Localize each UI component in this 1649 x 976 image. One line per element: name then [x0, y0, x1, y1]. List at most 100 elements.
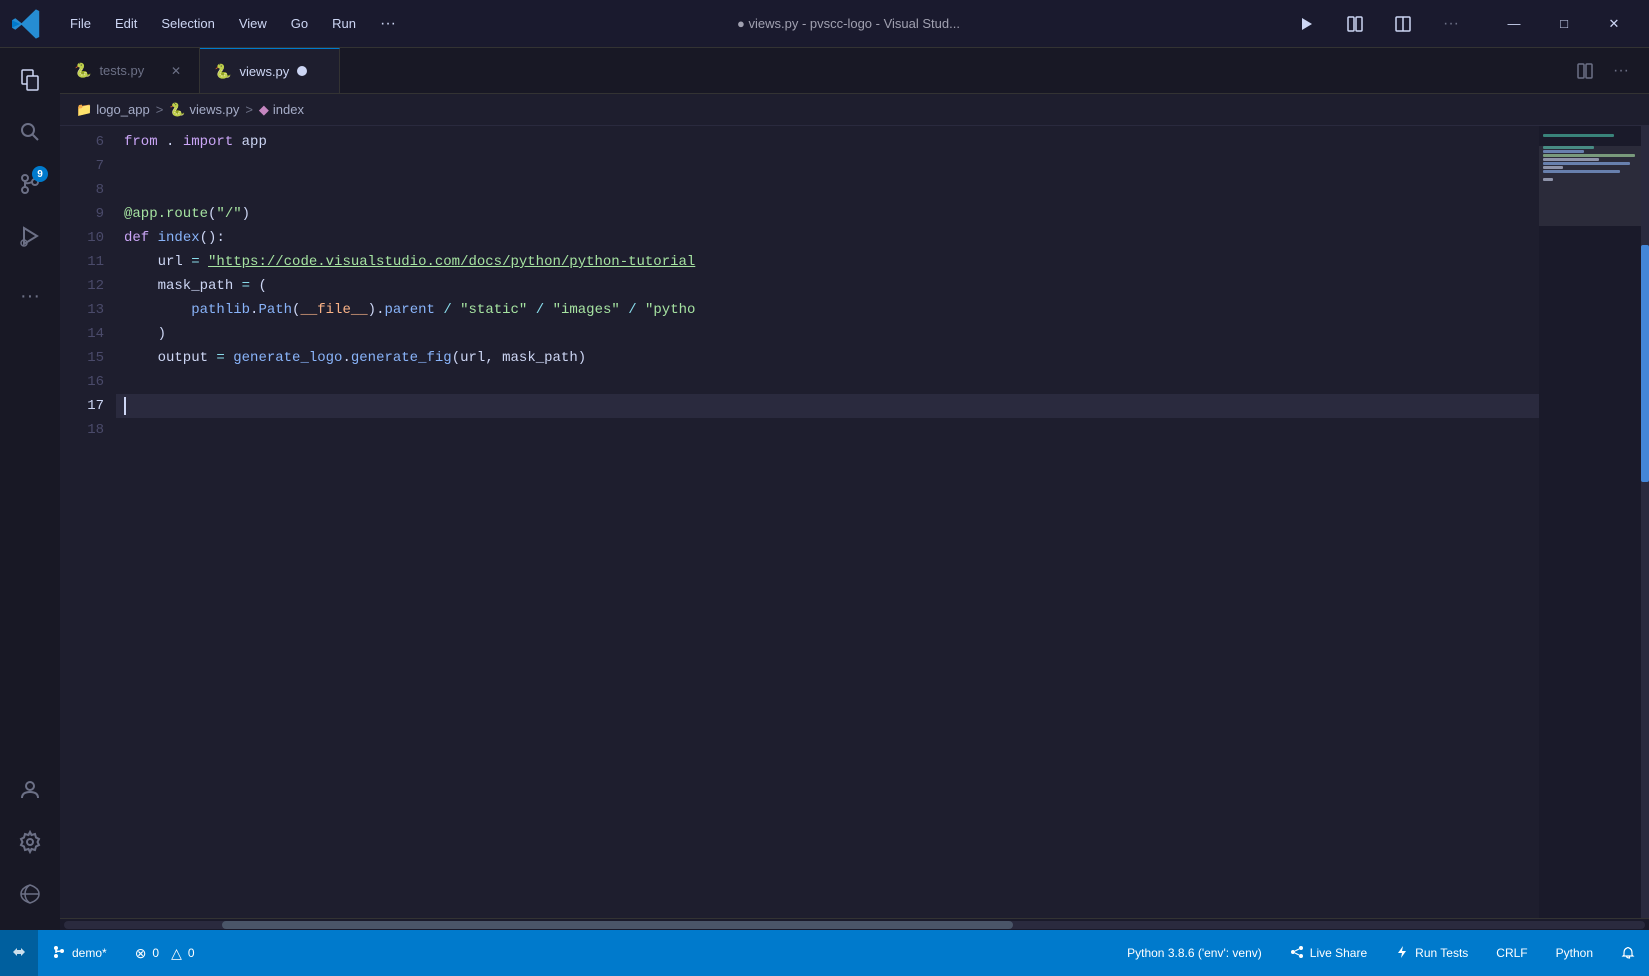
account-icon [18, 778, 42, 802]
activity-bar-bottom [6, 766, 54, 930]
breadcrumb-index[interactable]: ◆ index [259, 102, 304, 118]
tab-tests-py[interactable]: 🐍 tests.py ✕ [60, 48, 200, 93]
more-actions-button[interactable]: ··· [1435, 8, 1467, 40]
run-button[interactable] [1291, 8, 1323, 40]
split-editor-action-button[interactable] [1569, 55, 1601, 87]
menu-edit[interactable]: Edit [105, 12, 147, 35]
minimap-scrollbar[interactable] [1641, 126, 1649, 918]
minimize-button[interactable]: — [1491, 8, 1537, 40]
code-line-11: url = "https://code.visualstudio.com/doc… [116, 250, 1539, 274]
code-line-17 [116, 394, 1539, 418]
breadcrumb-logo-app[interactable]: 📁 logo_app [76, 102, 150, 118]
files-icon [18, 68, 42, 92]
statusbar-language-button[interactable]: Python [1542, 930, 1607, 976]
line-num-8: 8 [60, 178, 104, 202]
split-editor-button[interactable] [1339, 8, 1371, 40]
statusbar-branch-label: demo* [72, 946, 107, 960]
code-line-9: @app.route("/") [116, 202, 1539, 226]
activity-item-account[interactable] [6, 766, 54, 814]
menu-run[interactable]: Run [322, 12, 366, 35]
activity-item-source-control[interactable]: 9 [6, 160, 54, 208]
code-line-14: ) [116, 322, 1539, 346]
breadcrumb-sep-2: > [245, 102, 253, 117]
breadcrumb: 📁 logo_app > 🐍 views.py > ◆ index [60, 94, 1649, 126]
minimap [1539, 126, 1649, 918]
code-lines: from . import app @app.route("/") def in… [116, 126, 1539, 918]
titlebar: File Edit Selection View Go Run ··· ● vi… [0, 0, 1649, 48]
statusbar-remote-button[interactable] [0, 930, 38, 976]
breadcrumb-text-index: index [273, 102, 304, 117]
symbol-icon: ◆ [259, 102, 269, 118]
activity-item-run[interactable] [6, 212, 54, 260]
folder-icon: 📁 [76, 102, 92, 118]
window-controls: — □ ✕ [1491, 8, 1637, 40]
tab-close-tests-py[interactable]: ✕ [167, 62, 185, 80]
remote-arrows-icon [12, 945, 26, 959]
maximize-button[interactable]: □ [1541, 8, 1587, 40]
statusbar-notifications-button[interactable] [1607, 930, 1649, 976]
code-line-18 [116, 418, 1539, 442]
statusbar: demo* ⊗ 0 △ 0 Python 3.8.6 ('env': venv) [0, 930, 1649, 976]
menu-more-icon[interactable]: ··· [370, 11, 406, 37]
horizontal-scrollbar[interactable] [60, 918, 1649, 930]
statusbar-errors-button[interactable]: ⊗ 0 △ 0 [121, 930, 209, 976]
line-num-7: 7 [60, 154, 104, 178]
tabs-action-buttons: ··· [1569, 55, 1649, 87]
menu-file[interactable]: File [60, 12, 101, 35]
code-line-15: output = generate_logo.generate_fig(url,… [116, 346, 1539, 370]
statusbar-python-button[interactable]: Python 3.8.6 ('env': venv) [1113, 930, 1276, 976]
line-numbers: 6 7 8 9 10 11 12 13 14 15 16 17 18 [60, 126, 116, 918]
share-icon [1290, 945, 1304, 959]
statusbar-warnings-count: 0 [188, 946, 195, 960]
activity-item-remote[interactable] [6, 870, 54, 918]
minimap-slider[interactable] [1539, 146, 1649, 226]
statusbar-right: Python 3.8.6 ('env': venv) Live Share [1113, 930, 1649, 976]
line-num-12: 12 [60, 274, 104, 298]
line-num-15: 15 [60, 346, 104, 370]
activity-item-search[interactable] [6, 108, 54, 156]
vscode-logo-icon [12, 8, 44, 40]
error-icon: ⊗ [135, 945, 147, 962]
titlebar-menu: File Edit Selection View Go Run ··· [60, 11, 406, 37]
layout-button[interactable] [1387, 8, 1419, 40]
extensions-icon: ··· [20, 285, 40, 308]
main-container: 9 ··· [0, 48, 1649, 930]
activity-item-extensions[interactable]: ··· [6, 272, 54, 320]
tab-label-views-py: views.py [239, 64, 289, 79]
menu-selection[interactable]: Selection [151, 12, 224, 35]
line-num-17: 17 [60, 394, 104, 418]
more-tabs-button[interactable]: ··· [1605, 55, 1637, 87]
breadcrumb-views-py[interactable]: 🐍 views.py [169, 102, 239, 118]
code-editor[interactable]: 6 7 8 9 10 11 12 13 14 15 16 17 18 [60, 126, 1539, 918]
minimap-scrollbar-thumb [1641, 245, 1649, 483]
menu-view[interactable]: View [229, 12, 277, 35]
activity-item-settings[interactable] [6, 818, 54, 866]
statusbar-live-share-button[interactable]: Live Share [1276, 930, 1381, 976]
branch-icon [52, 945, 66, 959]
python-file-icon-1: 🐍 [74, 62, 91, 79]
lightning-icon [1395, 945, 1409, 959]
statusbar-python-label: Python 3.8.6 ('env': venv) [1127, 946, 1262, 960]
run-debug-icon [18, 224, 42, 248]
bell-icon [1621, 946, 1635, 960]
layout-icon [1395, 16, 1411, 32]
close-button[interactable]: ✕ [1591, 8, 1637, 40]
statusbar-encoding-button[interactable]: CRLF [1482, 930, 1541, 976]
statusbar-run-tests-button[interactable]: Run Tests [1381, 930, 1482, 976]
python-file-breadcrumb-icon: 🐍 [169, 102, 185, 118]
hscroll-thumb [222, 921, 1013, 929]
code-line-10: def index(): [116, 226, 1539, 250]
statusbar-branch-button[interactable]: demo* [38, 930, 121, 976]
line-num-14: 14 [60, 322, 104, 346]
tab-views-py[interactable]: 🐍 views.py [200, 48, 340, 93]
breadcrumb-text-views-py: views.py [189, 102, 239, 117]
remote-statusbar-icon [12, 945, 26, 962]
line-num-18: 18 [60, 418, 104, 442]
menu-go[interactable]: Go [281, 12, 318, 35]
activity-item-explorer[interactable] [6, 56, 54, 104]
line-num-13: 13 [60, 298, 104, 322]
tab-unsaved-indicator [297, 66, 307, 76]
source-control-badge: 9 [32, 166, 48, 182]
python-file-icon-2: 🐍 [214, 63, 231, 80]
statusbar-run-tests-label: Run Tests [1415, 946, 1468, 960]
